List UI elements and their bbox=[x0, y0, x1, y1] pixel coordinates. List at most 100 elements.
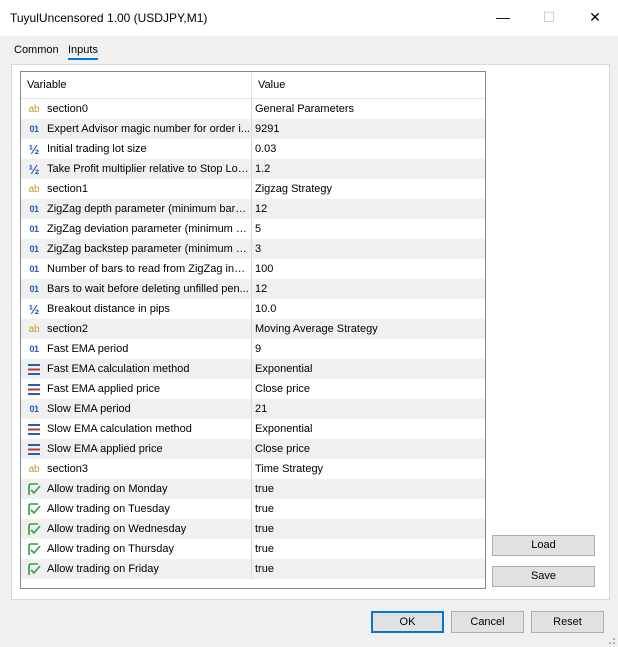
tab-inputs[interactable]: Inputs bbox=[68, 44, 98, 60]
grid-row[interactable]: Allow trading on Wednesday true bbox=[21, 519, 485, 539]
value-cell[interactable]: true bbox=[252, 539, 485, 559]
variable-cell: 01 ZigZag deviation parameter (minimum pr… bbox=[21, 219, 252, 239]
column-header-value[interactable]: Value bbox=[252, 72, 285, 98]
variable-cell: 01 Expert Advisor magic number for order … bbox=[21, 119, 252, 139]
value-cell[interactable]: 10.0 bbox=[252, 299, 485, 319]
column-header-variable[interactable]: Variable bbox=[21, 72, 252, 98]
value-cell[interactable]: 21 bbox=[252, 399, 485, 419]
close-button[interactable]: ✕ bbox=[572, 0, 618, 34]
grid-row[interactable]: 01 Expert Advisor magic number for order … bbox=[21, 119, 485, 139]
value-cell[interactable]: 0.03 bbox=[252, 139, 485, 159]
grid-row[interactable]: ab section0 General Parameters bbox=[21, 99, 485, 119]
variable-label: Slow EMA applied price bbox=[47, 443, 163, 455]
variable-cell: ab section1 bbox=[21, 179, 252, 199]
variable-cell: ½ Initial trading lot size bbox=[21, 139, 252, 159]
variable-label: Allow trading on Monday bbox=[47, 483, 168, 495]
grid-row[interactable]: 01 Fast EMA period 9 bbox=[21, 339, 485, 359]
variable-label: Allow trading on Tuesday bbox=[47, 503, 170, 515]
grid-row[interactable]: Allow trading on Thursday true bbox=[21, 539, 485, 559]
resize-grip-icon[interactable] bbox=[606, 635, 616, 645]
variable-label: Initial trading lot size bbox=[47, 143, 147, 155]
variable-cell: Allow trading on Tuesday bbox=[21, 499, 252, 519]
value-cell[interactable]: 9291 bbox=[252, 119, 485, 139]
variable-cell: 01 ZigZag depth parameter (minimum bars .… bbox=[21, 199, 252, 219]
grid-row[interactable]: Allow trading on Monday true bbox=[21, 479, 485, 499]
integer-type-icon: 01 bbox=[29, 264, 39, 274]
save-button[interactable]: Save bbox=[492, 566, 595, 587]
title-bar: TuyulUncensored 1.00 (USDJPY,M1) — ☐ ✕ bbox=[0, 0, 618, 37]
variable-label: Allow trading on Friday bbox=[47, 563, 159, 575]
value-cell[interactable]: Exponential bbox=[252, 359, 485, 379]
variable-label: Fast EMA applied price bbox=[47, 383, 161, 395]
grid-row[interactable]: ab section2 Moving Average Strategy bbox=[21, 319, 485, 339]
variable-cell: ab section0 bbox=[21, 99, 252, 119]
grid-row[interactable]: 01 Number of bars to read from ZigZag ind… bbox=[21, 259, 485, 279]
grid-row[interactable]: 01 ZigZag deviation parameter (minimum pr… bbox=[21, 219, 485, 239]
variable-cell: 01 Bars to wait before deleting unfilled … bbox=[21, 279, 252, 299]
value-cell[interactable]: General Parameters bbox=[252, 99, 485, 119]
grid-row[interactable]: Fast EMA calculation method Exponential bbox=[21, 359, 485, 379]
variable-label: Breakout distance in pips bbox=[47, 303, 170, 315]
grid-row[interactable]: ½ Initial trading lot size 0.03 bbox=[21, 139, 485, 159]
grid-row[interactable]: ½ Breakout distance in pips 10.0 bbox=[21, 299, 485, 319]
close-icon: ✕ bbox=[589, 8, 601, 25]
minimize-icon: — bbox=[496, 9, 510, 25]
boolean-type-icon bbox=[26, 519, 42, 539]
grid-row[interactable]: ½ Take Profit multiplier relative to Stop… bbox=[21, 159, 485, 179]
variable-label: ZigZag deviation parameter (minimum pr..… bbox=[47, 223, 251, 235]
reset-button[interactable]: Reset bbox=[531, 611, 604, 633]
grid-row[interactable]: Slow EMA calculation method Exponential bbox=[21, 419, 485, 439]
grid-row[interactable]: Slow EMA applied price Close price bbox=[21, 439, 485, 459]
value-cell[interactable]: 100 bbox=[252, 259, 485, 279]
grid-row[interactable]: ab section1 Zigzag Strategy bbox=[21, 179, 485, 199]
ok-button[interactable]: OK bbox=[371, 611, 444, 633]
value-cell[interactable]: 12 bbox=[252, 199, 485, 219]
value-cell[interactable]: 1.2 bbox=[252, 159, 485, 179]
value-cell[interactable]: 9 bbox=[252, 339, 485, 359]
variable-label: Bars to wait before deleting unfilled pe… bbox=[47, 283, 249, 295]
value-cell[interactable]: 3 bbox=[252, 239, 485, 259]
tab-common[interactable]: Common bbox=[14, 44, 59, 56]
variable-cell: Allow trading on Monday bbox=[21, 479, 252, 499]
double-type-icon: ½ bbox=[28, 301, 40, 317]
value-cell[interactable]: Close price bbox=[252, 379, 485, 399]
maximize-icon: ☐ bbox=[542, 8, 556, 25]
variable-cell: ½ Breakout distance in pips bbox=[21, 299, 252, 319]
grid-row[interactable]: Fast EMA applied price Close price bbox=[21, 379, 485, 399]
value-cell[interactable]: true bbox=[252, 519, 485, 539]
value-cell[interactable]: Moving Average Strategy bbox=[252, 319, 485, 339]
grid-row[interactable]: 01 ZigZag backstep parameter (minimum ba.… bbox=[21, 239, 485, 259]
variable-label: Fast EMA period bbox=[47, 343, 129, 355]
variable-cell: 01 Fast EMA period bbox=[21, 339, 252, 359]
variable-cell: Fast EMA calculation method bbox=[21, 359, 252, 379]
value-cell[interactable]: 12 bbox=[252, 279, 485, 299]
variable-cell: Slow EMA calculation method bbox=[21, 419, 252, 439]
value-cell[interactable]: true bbox=[252, 479, 485, 499]
value-cell[interactable]: 5 bbox=[252, 219, 485, 239]
grid-row[interactable]: 01 Slow EMA period 21 bbox=[21, 399, 485, 419]
value-cell[interactable]: Exponential bbox=[252, 419, 485, 439]
value-cell[interactable]: true bbox=[252, 499, 485, 519]
grid-row[interactable]: 01 Bars to wait before deleting unfilled … bbox=[21, 279, 485, 299]
value-cell[interactable]: Close price bbox=[252, 439, 485, 459]
grid-row[interactable]: 01 ZigZag depth parameter (minimum bars .… bbox=[21, 199, 485, 219]
value-cell[interactable]: Zigzag Strategy bbox=[252, 179, 485, 199]
grid-body: ab section0 General Parameters 01 Expert Adv… bbox=[21, 99, 485, 579]
minimize-button[interactable]: — bbox=[480, 0, 526, 34]
variable-label: ZigZag backstep parameter (minimum ba... bbox=[47, 243, 251, 255]
value-cell[interactable]: Time Strategy bbox=[252, 459, 485, 479]
string-type-icon: ab bbox=[28, 103, 40, 115]
cancel-button[interactable]: Cancel bbox=[451, 611, 524, 633]
variable-label: Take Profit multiplier relative to Stop … bbox=[47, 163, 251, 175]
grid-row[interactable]: ab section3 Time Strategy bbox=[21, 459, 485, 479]
string-type-icon: ab bbox=[28, 463, 40, 475]
variable-cell: Slow EMA applied price bbox=[21, 439, 252, 459]
load-button[interactable]: Load bbox=[492, 535, 595, 556]
variable-cell: Fast EMA applied price bbox=[21, 379, 252, 399]
grid-row[interactable]: Allow trading on Friday true bbox=[21, 559, 485, 579]
double-type-icon: ½ bbox=[28, 161, 40, 177]
grid-row[interactable]: Allow trading on Tuesday true bbox=[21, 499, 485, 519]
variable-label: Allow trading on Thursday bbox=[47, 543, 174, 555]
value-cell[interactable]: true bbox=[252, 559, 485, 579]
variable-label: Fast EMA calculation method bbox=[47, 363, 190, 375]
